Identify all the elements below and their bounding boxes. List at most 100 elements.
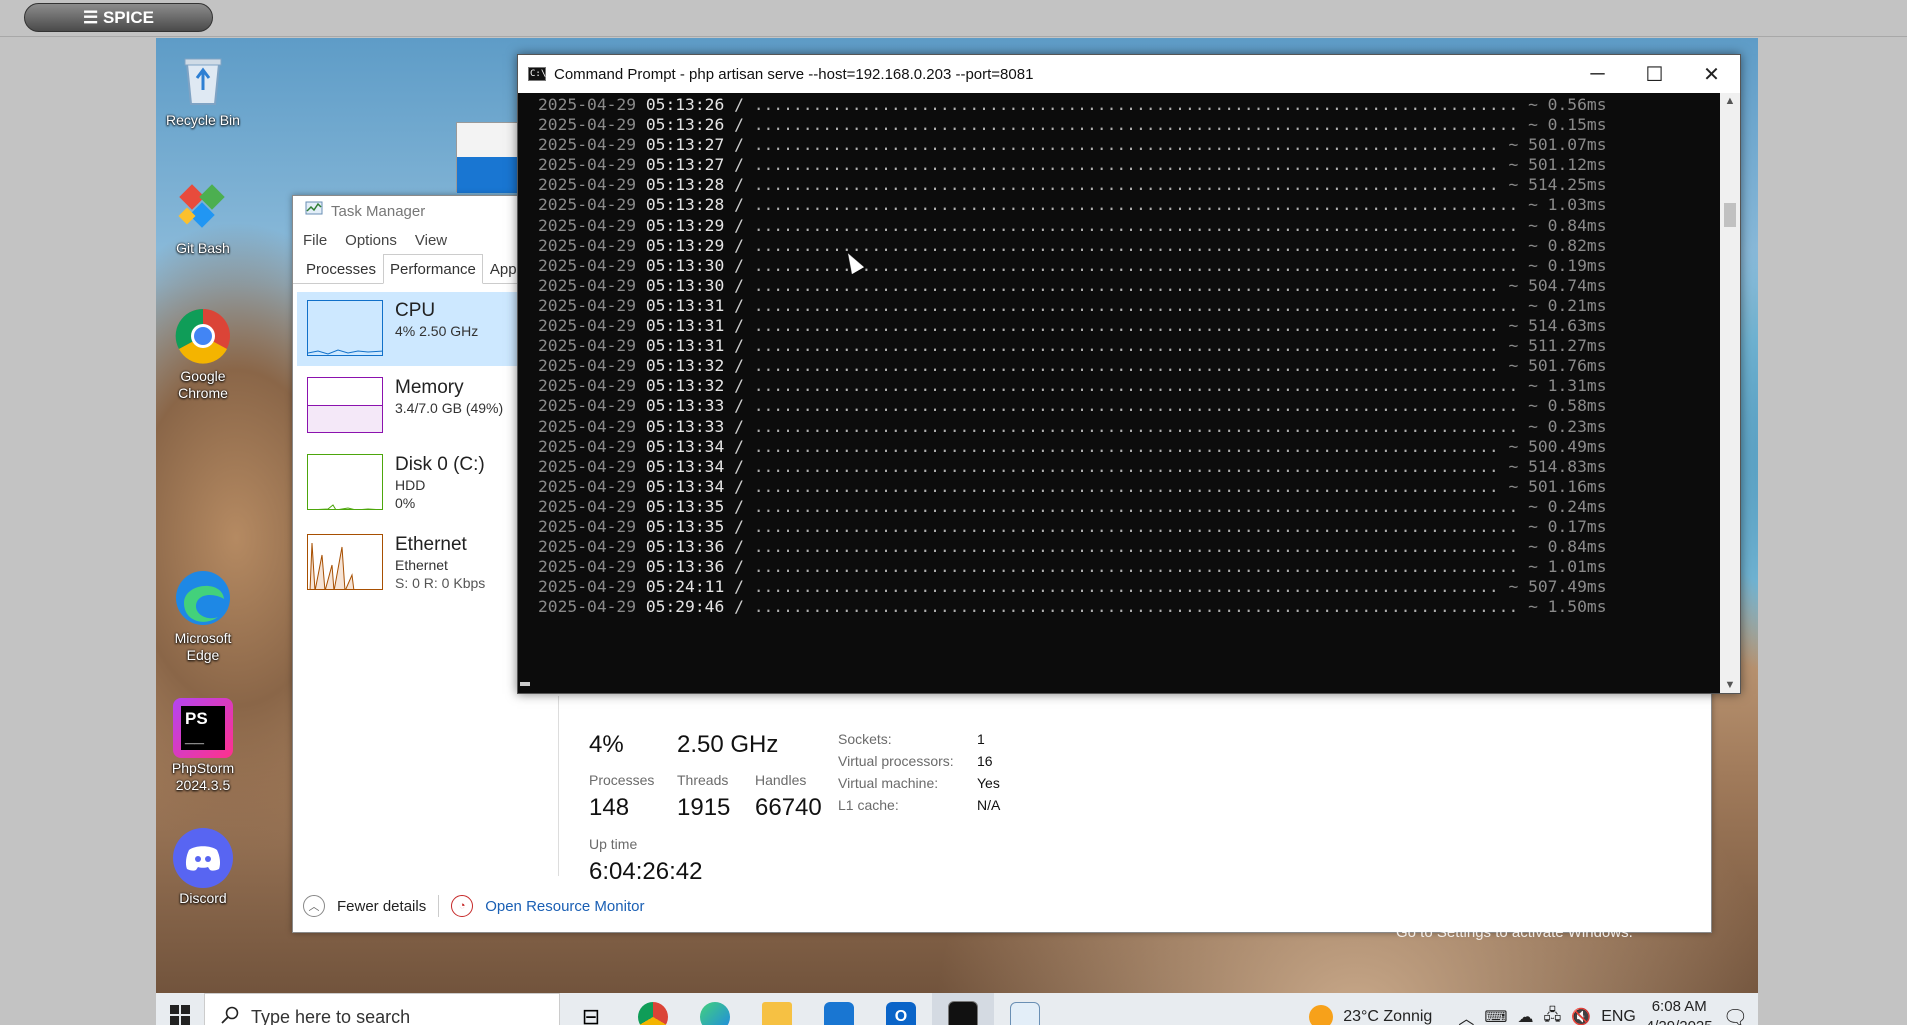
weather-text[interactable]: 23°C Zonnig <box>1343 1008 1432 1025</box>
menu-file[interactable]: File <box>303 232 327 249</box>
perf-item-memory[interactable]: Memory 3.4/7.0 GB (49%) <box>297 369 517 443</box>
perf-item-name: Disk 0 (C:) <box>395 454 485 475</box>
log-leader: ........................................… <box>753 215 1519 235</box>
log-time: 05:13:33 <box>645 416 725 436</box>
maximize-button[interactable]: ☐ <box>1626 55 1683 93</box>
git-bash-icon <box>173 178 233 238</box>
open-resource-monitor-link[interactable]: Open Resource Monitor <box>485 898 644 915</box>
desktop-icon-phpstorm[interactable]: PS __ PhpStorm 2024.3.5 <box>158 698 248 794</box>
perf-item-sub: 4% 2.50 GHz <box>395 323 479 339</box>
log-time: 05:13:33 <box>645 396 725 416</box>
handles-label: Handles <box>755 772 807 788</box>
console-line: 2025-04-29 05:13:27 / ..................… <box>538 135 1607 155</box>
input-language[interactable]: ENG <box>1601 1008 1636 1025</box>
taskbar-command-prompt[interactable] <box>932 993 994 1025</box>
close-button[interactable]: ✕ <box>1683 55 1740 93</box>
desktop-icon-microsoft-edge[interactable]: Microsoft Edge <box>158 568 248 664</box>
tab-performance[interactable]: Performance <box>383 254 483 284</box>
notifications-icon[interactable]: 🗨 <box>1723 1005 1748 1025</box>
console-line: 2025-04-29 05:13:35 / ..................… <box>538 516 1607 536</box>
disk-graph-thumbnail <box>307 454 383 510</box>
fewer-details-button[interactable]: Fewer details <box>337 898 426 915</box>
console-line: 2025-04-29 05:13:36 / ..................… <box>538 557 1607 577</box>
log-duration: ~ 0.58ms <box>1528 396 1607 416</box>
log-time: 05:13:31 <box>645 336 725 356</box>
weather-sun-icon[interactable] <box>1309 1005 1334 1025</box>
volume-muted-icon[interactable]: 🔇 <box>1571 1007 1591 1025</box>
activate-windows-subtitle: Go to Settings to activate Windows. <box>1396 924 1633 941</box>
threads-label: Threads <box>677 772 729 788</box>
taskbar-clock[interactable]: 6:08 AM 4/29/2025 <box>1646 997 1713 1025</box>
console-line: 2025-04-29 05:13:31 / ..................… <box>538 336 1607 356</box>
scrollbar-thumb[interactable] <box>1724 203 1736 227</box>
explorer-ribbon <box>457 157 525 193</box>
log-date: 2025-04-29 <box>538 456 637 476</box>
desktop-icon-google-chrome[interactable]: Google Chrome <box>158 306 248 402</box>
log-date: 2025-04-29 <box>538 396 637 416</box>
log-time: 05:13:31 <box>645 295 725 315</box>
system-tray: 23°C Zonnig ︿ ⌨ ☁ 🖧 🔇 ENG 6:08 AM 4/29/2… <box>1309 993 1758 1025</box>
edge-icon <box>173 568 233 628</box>
perf-item-name: Ethernet <box>395 534 467 555</box>
taskbar-file-explorer[interactable] <box>746 993 808 1025</box>
log-time: 05:29:46 <box>645 597 725 617</box>
log-duration: ~ 501.76ms <box>1508 356 1607 376</box>
perf-item-ethernet[interactable]: Ethernet Ethernet S: 0 R: 0 Kbps <box>297 526 517 600</box>
perf-item-cpu[interactable]: CPU 4% 2.50 GHz <box>297 292 517 366</box>
chevron-up-icon: ︿ <box>303 895 325 917</box>
task-manager-icon <box>305 201 323 221</box>
task-view-button[interactable]: ⊟ <box>560 993 622 1025</box>
scroll-down-arrow-icon[interactable]: ▼ <box>1720 679 1740 691</box>
console-line: 2025-04-29 05:13:29 / ..................… <box>538 235 1607 255</box>
taskbar-search-box[interactable]: Type here to search <box>204 993 560 1025</box>
task-manager-icon <box>1010 1002 1040 1025</box>
log-time: 05:13:26 <box>645 95 725 114</box>
network-icon[interactable]: 🖧 <box>1543 1004 1561 1025</box>
minimize-button[interactable]: ─ <box>1569 55 1626 93</box>
desktop-icon-label: Google Chrome <box>178 368 228 401</box>
command-prompt-window[interactable]: C:\ Command Prompt - php artisan serve -… <box>517 54 1741 694</box>
file-explorer-window[interactable] <box>456 122 526 193</box>
log-leader: ........................................… <box>753 135 1499 155</box>
desktop-icon-recycle-bin[interactable]: Recycle Bin <box>158 50 248 129</box>
taskbar-outlook[interactable]: O <box>870 993 932 1025</box>
console-line: 2025-04-29 05:13:26 / ..................… <box>538 95 1607 114</box>
log-date: 2025-04-29 <box>538 135 637 155</box>
console-output[interactable]: 2025-04-29 05:13:26 / ..................… <box>518 93 1722 693</box>
command-prompt-titlebar[interactable]: C:\ Command Prompt - php artisan serve -… <box>518 55 1740 93</box>
meet-now-icon[interactable]: ⌨ <box>1484 1007 1507 1025</box>
console-line: 2025-04-29 05:13:35 / ..................… <box>538 496 1607 516</box>
outlook-icon: O <box>886 1002 916 1025</box>
detail-value: 1 <box>977 731 985 747</box>
perf-item-name: Memory <box>395 377 464 398</box>
clock-date: 4/29/2025 <box>1646 1017 1713 1025</box>
taskbar-store[interactable] <box>808 993 870 1025</box>
log-duration: ~ 0.24ms <box>1528 496 1607 516</box>
tab-processes[interactable]: Processes <box>299 254 383 283</box>
menu-options[interactable]: Options <box>345 232 397 249</box>
console-line: 2025-04-29 05:13:31 / ..................… <box>538 316 1607 336</box>
log-time: 05:13:32 <box>645 356 725 376</box>
taskbar-task-manager[interactable] <box>994 993 1056 1025</box>
perf-item-name: CPU <box>395 300 436 321</box>
desktop-icon-git-bash[interactable]: Git Bash <box>158 178 248 257</box>
console-scrollbar[interactable]: ▲ ▼ <box>1720 93 1740 693</box>
taskbar-chrome[interactable] <box>622 993 684 1025</box>
desktop-icon-discord[interactable]: Discord <box>158 828 248 907</box>
taskbar-edge[interactable] <box>684 993 746 1025</box>
resource-monitor-icon: ◔ <box>451 895 474 917</box>
start-button[interactable] <box>156 993 204 1025</box>
log-time: 05:24:11 <box>645 577 725 597</box>
menu-view[interactable]: View <box>415 232 447 249</box>
perf-item-disk[interactable]: Disk 0 (C:) HDD 0% <box>297 446 517 520</box>
console-line: 2025-04-29 05:13:30 / ..................… <box>538 255 1607 275</box>
vm-desktop: Recycle Bin Git Bash Google Chrome Micro… <box>156 38 1758 1025</box>
scroll-up-arrow-icon[interactable]: ▲ <box>1720 95 1740 107</box>
perf-item-sub: Ethernet <box>395 557 448 573</box>
show-hidden-icons-icon[interactable]: ︿ <box>1458 1005 1474 1025</box>
spice-menu-button[interactable]: ☰ SPICE <box>24 3 213 32</box>
explorer-titlebar <box>457 123 525 157</box>
onedrive-icon[interactable]: ☁ <box>1517 1007 1533 1025</box>
log-time: 05:13:32 <box>645 376 725 396</box>
log-leader: ........................................… <box>753 577 1499 597</box>
